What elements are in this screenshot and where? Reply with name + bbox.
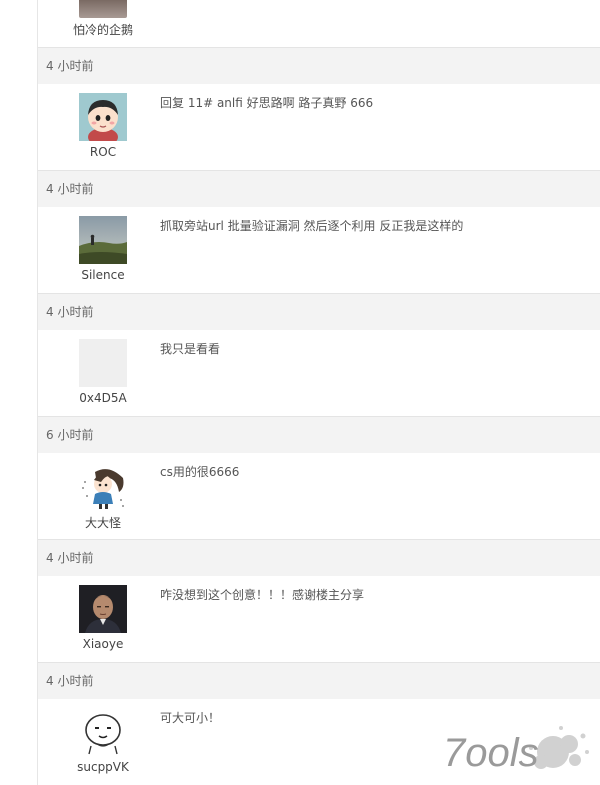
comment-time: 6 小时前 (38, 416, 600, 453)
watermark-logo: 7ools (443, 722, 593, 780)
comment-item: 4 小时前 ROC 回复 11# anlfi 好思路啊 路子真野 666 (38, 47, 600, 170)
comment-text: 我只是看看 (160, 342, 221, 356)
top-user-partial: 怕冷的企鹅 (38, 0, 600, 47)
comment-text: 咋没想到这个创意！！！感谢楼主分享 (160, 588, 365, 602)
default-avatar[interactable] (79, 339, 127, 387)
username[interactable]: ROC (58, 145, 148, 159)
comment-item: 4 小时前 Silence 抓取旁站url 批量验证漏洞 然后逐个利用 反正我是… (38, 170, 600, 293)
username[interactable]: sucppVK (58, 760, 148, 774)
comment-time: 4 小时前 (38, 47, 600, 84)
comment-time: 4 小时前 (38, 170, 600, 207)
anime-girl-avatar[interactable] (79, 462, 127, 510)
comment-item: 4 小时前 0x4D5A 我只是看看 (38, 293, 600, 416)
comment-time: 4 小时前 (38, 293, 600, 330)
username[interactable]: 大大怪 (58, 514, 148, 531)
comment-text: cs用的很6666 (160, 465, 240, 479)
username[interactable]: 怕冷的企鹅 (58, 21, 148, 38)
username[interactable]: Silence (58, 268, 148, 282)
comment-text: 抓取旁站url 批量验证漏洞 然后逐个利用 反正我是这样的 (160, 219, 464, 233)
sketch-face-avatar[interactable] (79, 708, 127, 756)
landscape-photo-avatar[interactable] (79, 216, 127, 264)
penguin-avatar[interactable] (79, 0, 127, 18)
comment-item: 4 小时前 Xiaoye 咋没想到这个创意！！！感谢楼主分享 (38, 539, 600, 662)
comment-time: 4 小时前 (38, 539, 600, 576)
comment-text: 回复 11# anlfi 好思路啊 路子真野 666 (160, 96, 374, 110)
username[interactable]: 0x4D5A (58, 391, 148, 405)
man-photo-avatar[interactable] (79, 585, 127, 633)
username[interactable]: Xiaoye (58, 637, 148, 651)
comment-item: 6 小时前 大大怪 cs用的很6666 (38, 416, 600, 539)
svg-text:7ools: 7ools (443, 731, 539, 775)
comment-text: 可大可小！ (160, 711, 221, 725)
comment-time: 4 小时前 (38, 662, 600, 699)
cartoon-boy-avatar[interactable] (79, 93, 127, 141)
